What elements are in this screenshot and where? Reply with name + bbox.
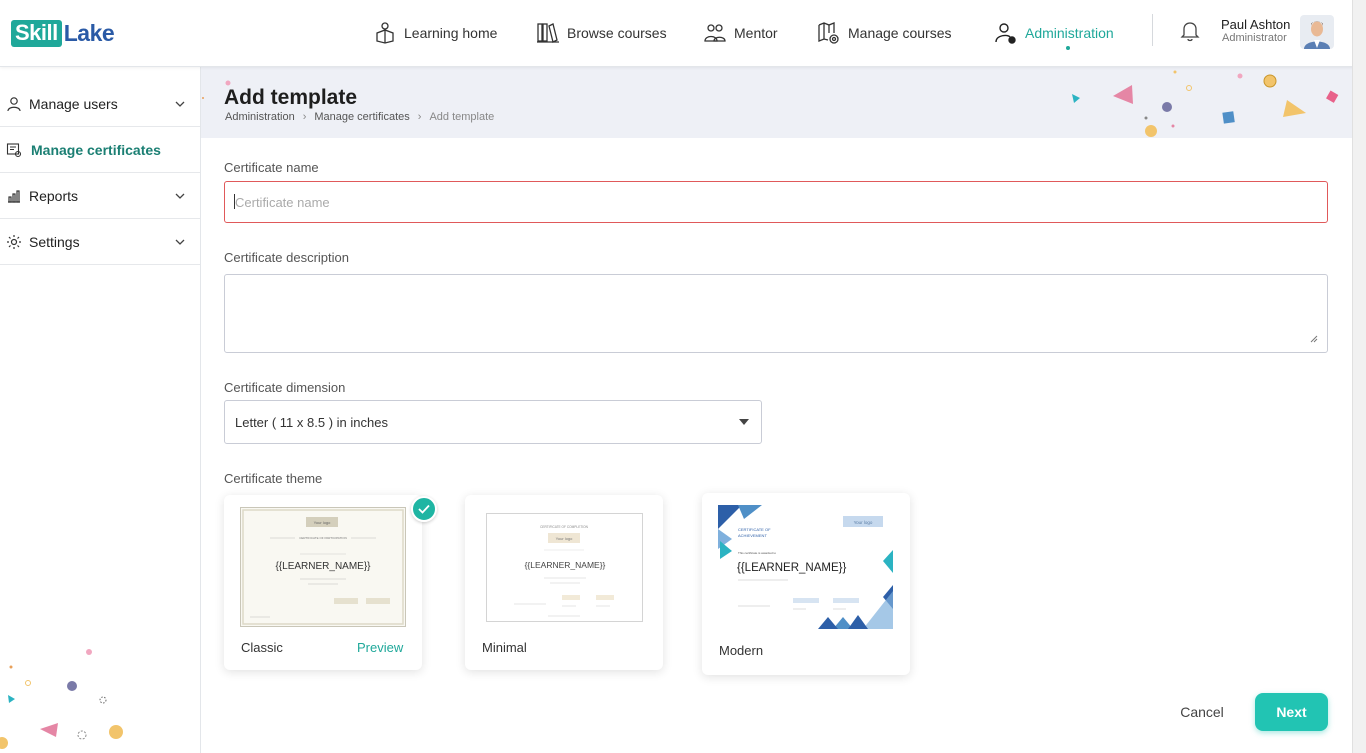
modern-intro-text: This certificate is awarded to [738,551,776,555]
chevron-down-icon [175,193,185,199]
nav-mentor[interactable]: Mentor [703,0,778,66]
user-role: Administrator [1222,32,1287,44]
minimal-heading-text: CERTIFICATE OF COMPLETION [540,525,589,529]
chevron-down-icon [175,239,185,245]
modern-heading-line1: CERTIFICATE OF [738,527,771,532]
nav-label: Browse courses [567,25,667,41]
minimal-logo-text: Your logo [556,536,574,541]
certificate-icon [6,142,22,157]
nav-label: Manage courses [848,25,952,41]
certificate-description-input[interactable] [224,274,1328,353]
select-value: Letter ( 11 x 8.5 ) in inches [235,414,388,430]
sidebar-item-manage-certificates[interactable]: Manage certificates [0,127,200,173]
administration-icon [995,23,1016,44]
certificate-dimension-label: Certificate dimension [224,380,346,395]
classic-logo-text: Your logo [314,520,332,525]
nav-browse-courses[interactable]: Browse courses [536,0,667,66]
active-indicator [1066,46,1070,50]
logo-text-lake: Lake [63,19,115,46]
classic-heading-text: CERTIFICATE OF PARTICIPATION [299,536,347,540]
top-bar: Skill Lake Learning home Browse courses M… [0,0,1366,67]
nav-label: Learning home [404,25,498,41]
classic-learner-name: {{LEARNER_NAME}} [275,561,371,572]
classic-certificate-thumbnail: Your logo CERTIFICATE OF PARTICIPATION {… [240,507,406,627]
sidebar-item-reports[interactable]: Reports [0,173,200,219]
skilllake-logo[interactable]: Skill Lake [11,18,115,48]
selected-check-icon [411,496,437,522]
manage-courses-icon [818,22,839,44]
minimal-certificate-thumbnail: CERTIFICATE OF COMPLETION Your logo {{LE… [486,513,643,622]
mentor-icon [704,24,726,42]
dropdown-arrow-icon [739,419,749,425]
resize-grip-icon[interactable] [1308,333,1318,343]
sidebar-item-label: Manage users [29,95,118,112]
sidebar-item-label: Settings [29,233,80,250]
user-icon [7,96,21,111]
nav-administration[interactable]: Administration [994,0,1114,66]
sidebar-item-label: Manage certificates [31,141,161,158]
next-button[interactable]: Next [1255,693,1328,731]
gear-icon [7,234,21,249]
sidebar-item-settings[interactable]: Settings [0,219,200,265]
modern-certificate-thumbnail: CERTIFICATE OF ACHIEVEMENT Your logo Thi… [718,505,893,629]
reports-icon [8,189,20,203]
user-name[interactable]: Paul Ashton [1221,17,1290,32]
theme-name-classic: Classic [241,640,283,655]
minimal-learner-name: {{LEARNER_NAME}} [525,560,606,570]
confetti-decoration [0,649,123,749]
confetti-decoration [202,70,1339,137]
nav-label: Administration [1025,25,1114,41]
nav-manage-courses[interactable]: Manage courses [817,0,952,66]
learning-home-icon [376,22,394,44]
bell-icon[interactable] [1180,20,1200,42]
sidebar-item-label: Reports [29,187,79,204]
sidebar: Manage users Manage certificates Reports… [0,67,201,753]
avatar[interactable] [1300,15,1334,49]
certificate-description-label: Certificate description [224,250,349,265]
certificate-name-input[interactable] [224,181,1328,223]
modern-heading-line2: ACHIEVEMENT [738,533,767,538]
theme-name-modern: Modern [719,643,764,658]
nav-learning-home[interactable]: Learning home [373,0,497,66]
modern-learner-name: {{LEARNER_NAME}} [737,562,846,574]
certificate-dimension-select[interactable]: Letter ( 11 x 8.5 ) in inches [224,400,762,444]
chevron-down-icon [175,101,185,107]
cancel-button[interactable]: Cancel [1168,697,1236,727]
page-header: Add template Administration › Manage cer… [201,67,1352,138]
theme-name-minimal: Minimal [482,640,527,655]
classic-preview-link[interactable]: Preview [357,640,403,655]
browse-courses-icon [537,23,559,43]
sidebar-item-manage-users[interactable]: Manage users [0,81,200,127]
logo-text-skill: Skill [11,19,62,47]
nav-divider [1152,14,1153,46]
certificate-theme-label: Certificate theme [224,471,323,486]
scrollbar[interactable] [1352,0,1366,753]
modern-logo-text: Your logo [854,520,873,525]
nav-label: Mentor [734,25,778,41]
text-cursor [234,194,235,209]
certificate-name-label: Certificate name [224,160,319,175]
